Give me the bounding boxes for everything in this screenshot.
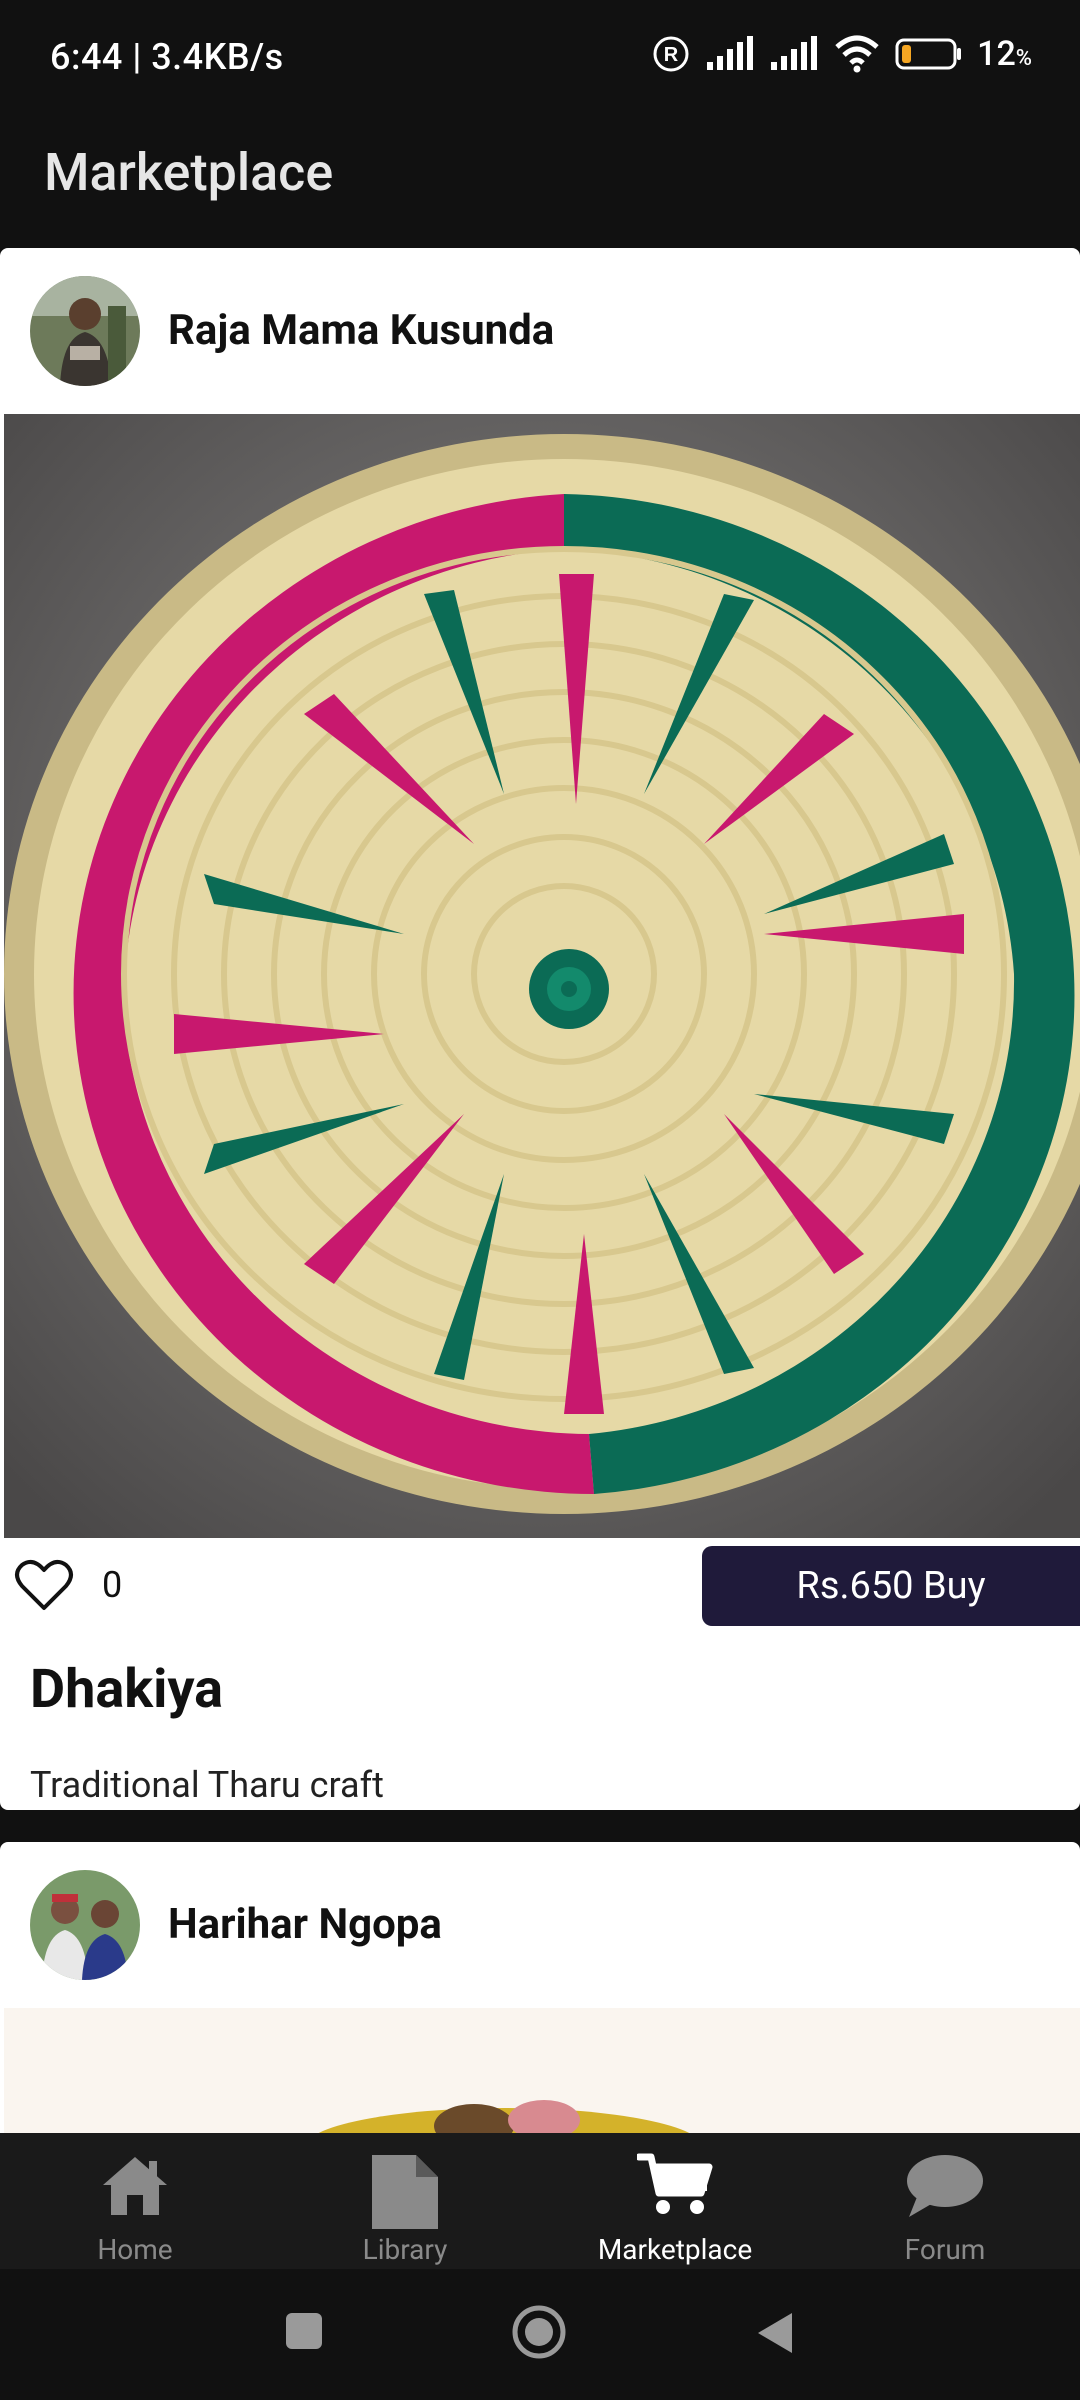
status-bar: 6:44 | 3.4KB/s R 12% bbox=[0, 0, 1080, 120]
bottom-navigation: Home Library Marketplace Forum bbox=[0, 2133, 1080, 2269]
product-card[interactable]: Raja Mama Kusunda 0 Rs.650 Buy Dhakiya T… bbox=[0, 248, 1080, 1810]
product-card-2[interactable]: Harihar Ngopa bbox=[0, 1842, 1080, 2142]
seller-name-2[interactable]: Harihar Ngopa bbox=[168, 1900, 442, 1949]
avatar[interactable] bbox=[30, 276, 140, 386]
card-header-2: Harihar Ngopa bbox=[0, 1842, 1080, 2008]
buy-button[interactable]: Rs.650 Buy bbox=[702, 1546, 1080, 1626]
seller-name[interactable]: Raja Mama Kusunda bbox=[168, 306, 554, 355]
app-bar: Marketplace bbox=[0, 120, 1080, 248]
status-icons: R 12% bbox=[651, 34, 1032, 74]
battery-percent: 12% bbox=[977, 34, 1032, 74]
like-count: 0 bbox=[102, 1564, 123, 1606]
home-icon bbox=[103, 2157, 167, 2215]
svg-text:R: R bbox=[664, 44, 679, 66]
product-title: Dhakiya bbox=[30, 1658, 224, 1721]
avatar-2[interactable] bbox=[30, 1870, 140, 1980]
registered-icon: R bbox=[653, 36, 689, 72]
nav-item-forum[interactable]: Forum bbox=[810, 2133, 1080, 2269]
recent-apps-icon[interactable] bbox=[282, 2309, 326, 2353]
signal-icon-2 bbox=[771, 36, 818, 70]
product-image-2[interactable] bbox=[4, 2008, 1080, 2142]
nav-label-forum: Forum bbox=[904, 2233, 986, 2266]
card-actions: 0 Rs.650 Buy bbox=[0, 1538, 1080, 1638]
nav-item-library[interactable]: Library bbox=[270, 2133, 540, 2269]
card-header: Raja Mama Kusunda bbox=[0, 248, 1080, 414]
product-description: Traditional Tharu craft bbox=[30, 1764, 384, 1806]
signal-icon bbox=[707, 36, 754, 70]
chat-bubble-icon bbox=[907, 2155, 983, 2217]
battery-icon bbox=[895, 38, 962, 70]
system-navigation-bar bbox=[0, 2269, 1080, 2400]
nav-item-marketplace[interactable]: Marketplace bbox=[540, 2133, 810, 2269]
back-icon[interactable] bbox=[752, 2309, 796, 2357]
nav-label-home: Home bbox=[97, 2233, 173, 2266]
heart-icon[interactable] bbox=[14, 1558, 74, 1612]
nav-item-home[interactable]: Home bbox=[0, 2133, 270, 2269]
product-image[interactable] bbox=[4, 414, 1080, 1538]
home-circle-icon[interactable] bbox=[510, 2303, 568, 2361]
wifi-icon bbox=[835, 35, 879, 73]
nav-label-library: Library bbox=[362, 2233, 448, 2266]
document-icon bbox=[372, 2155, 438, 2229]
cart-icon bbox=[637, 2153, 713, 2214]
page-title: Marketplace bbox=[44, 142, 334, 203]
status-time-speed: 6:44 | 3.4KB/s bbox=[50, 36, 284, 78]
nav-label-marketplace: Marketplace bbox=[597, 2233, 753, 2266]
